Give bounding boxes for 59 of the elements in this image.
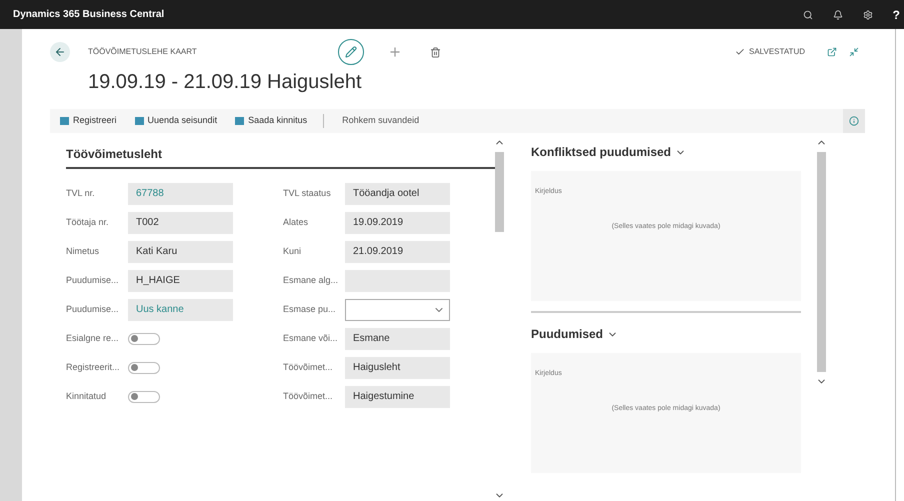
factbox-title[interactable]: Konfliktsed puudumised [531,143,672,161]
delete-icon[interactable] [430,46,441,58]
field-label: Kuni [283,244,302,258]
field-label: Esmane alg... [283,274,340,287]
scrollbar-thumb[interactable] [816,152,826,372]
toggle-switch[interactable] [128,390,160,402]
value-field[interactable]: T002 [128,212,233,234]
value-field[interactable]: Tööandja ootel [345,182,450,204]
value-field[interactable]: Kati Karu [128,240,233,262]
settings-icon[interactable] [862,10,873,20]
toggle-switch[interactable] [128,332,160,344]
page-title: 19.09.19 - 21.09.19 Haigusleht [88,70,363,95]
pencil-icon [345,46,357,58]
field-label: TVL nr. [66,186,96,200]
value-field[interactable]: Esmane [345,328,450,350]
search-icon[interactable] [802,10,813,20]
field-label: Esmane või... [283,332,339,345]
collapse-icon[interactable] [849,47,859,57]
open-in-new-window-icon[interactable] [827,47,837,57]
field-label: Kinnitatud [66,390,108,403]
field-label: Registreerit... [66,360,121,374]
field-label: Töötaja nr. [66,216,110,229]
toggle-switch[interactable] [128,362,160,374]
value-field[interactable]: 19.09.2019 [345,212,450,234]
field-label: Esmase pu... [283,302,337,316]
value-field[interactable]: 21.09.2019 [345,240,450,262]
info-icon[interactable] [849,116,859,126]
back-button[interactable] [50,42,70,62]
value-field[interactable]: Haigusleht [345,356,450,378]
help-button[interactable]: ? [892,6,900,24]
field-label: Esialgne re... [66,332,120,345]
action-button[interactable]: Saada kinnitus [235,114,308,128]
more-options-button[interactable]: Rohkem suvandeid [342,114,420,128]
action-button[interactable]: Uuenda seisundit [134,114,218,128]
field-label: TVL staatus [283,186,332,200]
page-caption: TÖÖVÕIMETUSLEHE KAART [88,46,198,58]
check-icon [734,47,745,57]
save-status: SALVESTATUD [748,46,805,58]
dropdown-field[interactable] [345,298,450,320]
value-field[interactable]: Haigestumine [345,386,450,408]
factbox-title[interactable]: Puudumised [531,325,604,343]
add-icon[interactable] [388,45,402,59]
scrollbar-thumb[interactable] [494,152,504,232]
action-button[interactable]: Registreeri [60,114,117,128]
section-header[interactable]: Töövõimetusleht [66,145,496,169]
field-label: Töövõimet... [283,390,334,403]
value-field[interactable]: H_HAIGE [128,270,233,292]
edit-button[interactable] [338,39,364,65]
back-arrow-icon [54,46,66,58]
field-label: Puudumise... [66,274,120,287]
action-icon [60,117,69,125]
action-icon [134,117,144,125]
field-label: Nimetus [66,244,100,258]
field-label: Alates [283,216,310,229]
action-icon [235,117,244,125]
field-label: Puudumise... [66,302,120,316]
field-label: Töövõimet... [283,360,334,374]
app-title: Dynamics 365 Business Central [13,8,164,22]
bell-icon[interactable] [832,10,843,20]
